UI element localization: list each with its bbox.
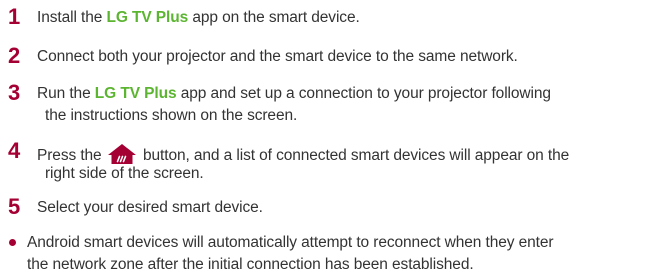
step-number: 4	[8, 138, 21, 163]
bullet-dot	[9, 239, 16, 246]
step-text: Select your desired smart device.	[37, 199, 263, 216]
step-number: 3	[8, 80, 21, 105]
note-text: Android smart devices will automatically…	[27, 234, 554, 251]
step-text-segment: Run the	[37, 85, 95, 102]
home-icon	[107, 143, 137, 165]
step-number: 5	[8, 194, 21, 219]
step-text-continuation: right side of the screen.	[45, 165, 204, 182]
step-text-continuation: the instructions shown on the screen.	[45, 107, 298, 124]
step-text: Press the button, and a list of connecte…	[37, 143, 569, 165]
step-text-segment: app and set up a connection to your proj…	[176, 85, 551, 102]
step-text: Install the LG TV Plus app on the smart …	[37, 9, 360, 27]
step-text: Connect both your projector and the smar…	[37, 48, 518, 65]
step-number: 1	[8, 4, 21, 29]
app-name-highlight: LG TV Plus	[106, 9, 189, 26]
step-number: 2	[8, 43, 21, 68]
note-text-continuation: the network zone after the initial conne…	[27, 256, 474, 273]
step-text-segment: button, and a list of connected smart de…	[138, 147, 570, 164]
step-text: Run the LG TV Plus app and set up a conn…	[37, 85, 551, 103]
instruction-document: 1 Install the LG TV Plus app on the smar…	[0, 0, 652, 279]
app-name-highlight: LG TV Plus	[94, 85, 177, 102]
step-text-segment: app on the smart device.	[188, 9, 360, 26]
step-text-segment: Install the	[37, 9, 107, 26]
step-text-segment: Press the	[37, 147, 106, 164]
